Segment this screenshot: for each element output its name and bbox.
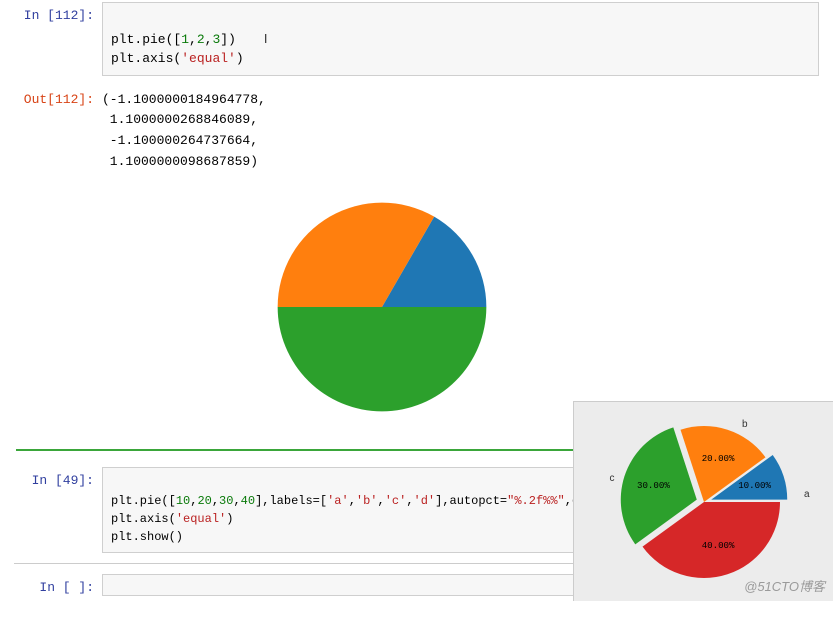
pie-chart-main [262,187,502,427]
divider-light [14,563,574,564]
output-text-112: (-1.1000000184964778, 1.1000000268846089… [102,86,819,173]
code-input-112[interactable]: plt.pie([1,2,3])I plt.axis('equal') [102,2,819,76]
input-prompt-112: In [112]: [14,2,102,26]
inline-figure-panel: 10.00%20.00%30.00%40.00% a b c d [573,401,833,601]
code-cell-112: In [112]: plt.pie([1,2,3])I plt.axis('eq… [14,2,819,76]
input-prompt-49: In [49]: [14,467,102,491]
pie-label-a: a [804,489,810,500]
code-input-empty[interactable] [102,574,602,596]
output-cell-112: Out[112]: (-1.1000000184964778, 1.100000… [14,82,819,177]
pie-label-b: b [742,419,748,430]
input-prompt-empty: In [ ]: [14,574,102,598]
pie-pct-3: 40.00% [701,539,734,550]
pie-pct-0: 10.00% [738,480,771,491]
pie-chart-mini: 10.00% 20.00% 30.00% 40.00% [584,407,824,597]
text-cursor-icon: I [236,31,268,46]
output-prompt-112: Out[112]: [14,86,102,110]
pie-pct-1: 20.00% [701,453,734,464]
pie-pct-2: 30.00% [636,480,669,491]
divider-green [16,449,591,451]
pie-slice-2 [278,307,487,411]
pie-label-c: c [610,473,615,484]
